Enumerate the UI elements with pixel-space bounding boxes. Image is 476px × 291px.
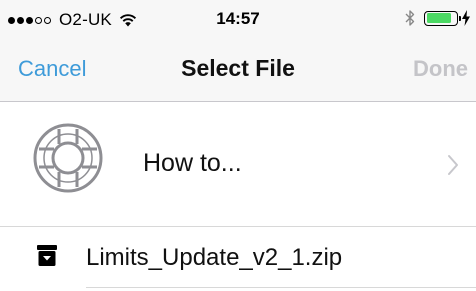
divider (86, 287, 476, 288)
battery-icon (424, 10, 461, 26)
chevron-right-icon (448, 155, 458, 175)
done-button[interactable]: Done (413, 56, 468, 82)
status-bar: O2-UK 14:57 (0, 0, 476, 36)
page-title: Select File (181, 55, 295, 81)
list-item-how-to[interactable]: How to... (0, 102, 476, 226)
file-row[interactable]: Limits_Update_v2_1.zip (0, 227, 476, 285)
bluetooth-icon (405, 10, 415, 26)
lifebuoy-icon (33, 123, 103, 193)
status-right (404, 9, 471, 27)
battery-level (426, 13, 452, 23)
archive-icon (37, 245, 57, 266)
file-name: Limits_Update_v2_1.zip (86, 244, 343, 271)
navigation-bar: Cancel Select File Done (0, 36, 476, 102)
how-to-label: How to... (143, 149, 242, 177)
charging-bolt-icon (462, 10, 470, 26)
